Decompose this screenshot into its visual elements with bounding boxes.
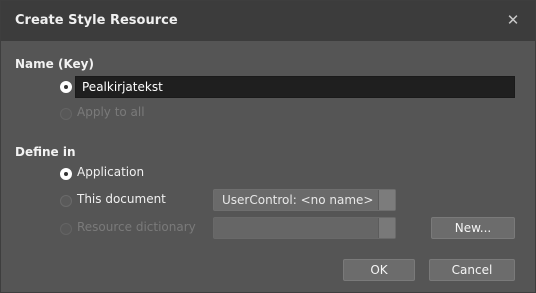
name-key-input[interactable]: Pealkirjatekst <box>75 76 515 98</box>
apply-to-all-radio[interactable] <box>60 108 72 120</box>
apply-to-all-label: Apply to all <box>77 105 145 119</box>
resource-dictionary-radio[interactable] <box>60 223 72 235</box>
dropdown-button[interactable] <box>378 218 395 238</box>
close-icon[interactable]: ✕ <box>503 10 523 30</box>
application-label: Application <box>77 165 145 179</box>
define-in-label: Define in <box>15 145 76 159</box>
dropdown-button[interactable] <box>378 190 395 210</box>
this-document-label: This document <box>77 192 166 206</box>
dialog-titlebar: Create Style Resource ✕ <box>1 1 535 41</box>
dialog-title: Create Style Resource <box>15 13 178 28</box>
this-document-radio[interactable] <box>60 195 72 207</box>
name-key-label: Name (Key) <box>15 57 94 71</box>
this-document-combo[interactable]: UserControl: <no name> <box>213 189 396 211</box>
new-button[interactable]: New... <box>431 217 515 239</box>
ok-button[interactable]: OK <box>343 259 415 281</box>
resource-dictionary-combo[interactable] <box>213 217 396 239</box>
create-style-resource-dialog: Create Style Resource ✕ Name (Key) Pealk… <box>0 0 536 293</box>
this-document-combo-value: UserControl: <no name> <box>222 193 374 207</box>
cancel-button[interactable]: Cancel <box>429 259 515 281</box>
resource-dictionary-label: Resource dictionary <box>77 220 196 234</box>
name-radio[interactable] <box>60 81 72 93</box>
application-radio[interactable] <box>60 168 72 180</box>
